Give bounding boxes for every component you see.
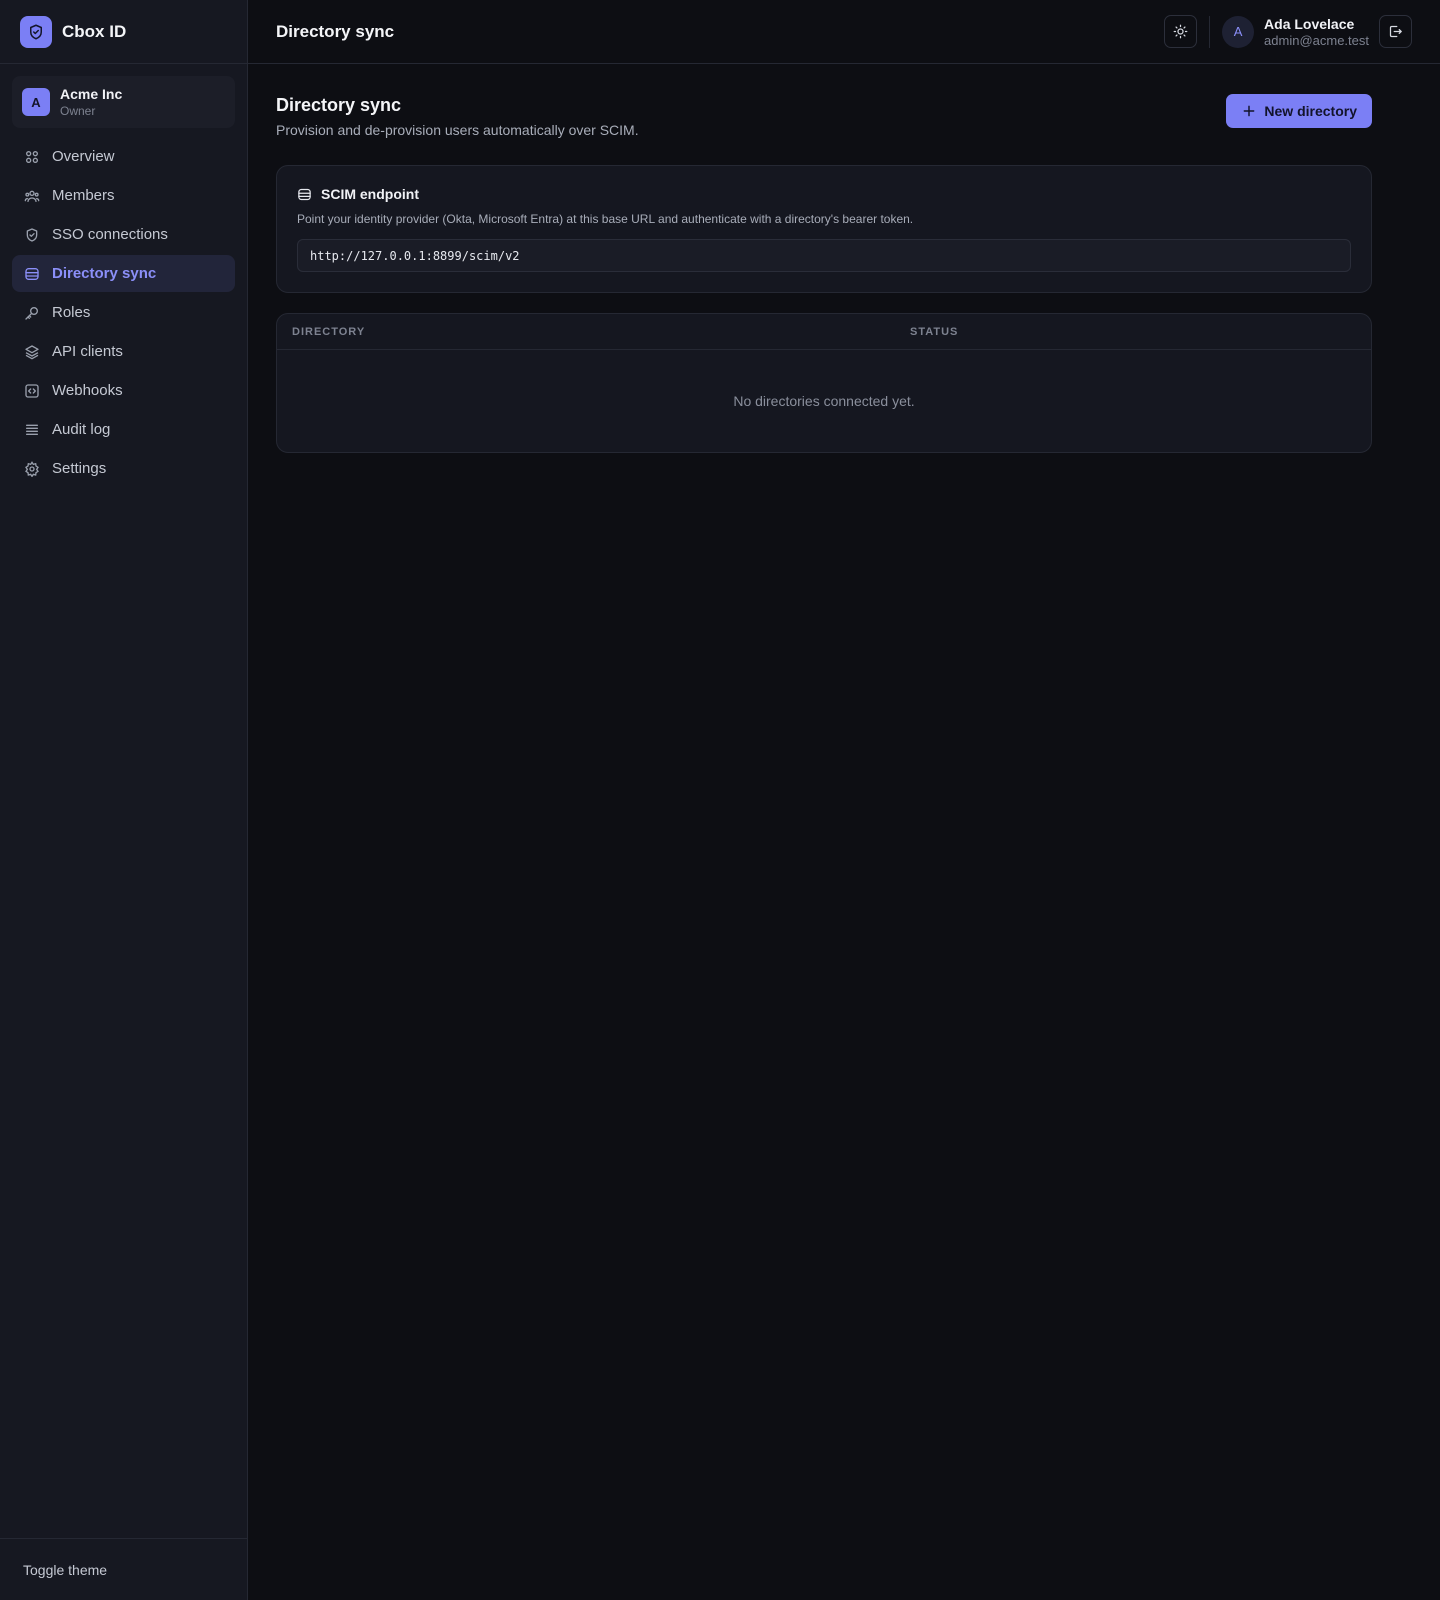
sidebar-item-overview[interactable]: Overview	[12, 138, 235, 175]
sidebar-item-label: SSO connections	[52, 226, 168, 243]
grid-icon	[24, 149, 40, 165]
sidebar-item-label: Overview	[52, 148, 115, 165]
user-name: Ada Lovelace	[1264, 15, 1355, 32]
logout-icon	[1388, 24, 1403, 39]
sidebar-item-roles[interactable]: Roles	[12, 294, 235, 331]
user-info: Ada Lovelace admin@acme.test	[1264, 16, 1369, 48]
sidebar-nav: Overview Members SSO connections Directo…	[0, 138, 247, 489]
sidebar-item-members[interactable]: Members	[12, 177, 235, 214]
sidebar-item-audit-log[interactable]: Audit log	[12, 411, 235, 448]
toggle-theme-label: Toggle theme	[23, 1561, 108, 1578]
users-icon	[24, 188, 40, 204]
gear-icon	[24, 460, 40, 477]
brand[interactable]: Cbox ID	[0, 0, 247, 64]
database-icon	[24, 266, 40, 282]
page-content: Directory sync Provision and de-provisio…	[248, 64, 1440, 453]
user-email: admin@acme.test	[1264, 32, 1369, 48]
org-avatar: A	[22, 88, 50, 116]
database-icon	[297, 187, 312, 202]
empty-state: No directories connected yet.	[733, 393, 915, 409]
logout-button[interactable]	[1379, 15, 1412, 48]
topbar-actions: A Ada Lovelace admin@acme.test	[1164, 15, 1412, 48]
directories-table: DIRECTORY STATUS No directories connecte…	[276, 313, 1372, 453]
list-icon	[24, 422, 40, 438]
sidebar-item-label: Audit log	[52, 421, 111, 438]
shield-check-icon	[24, 227, 40, 243]
sidebar-item-sso-connections[interactable]: SSO connections	[12, 216, 235, 253]
table-header: DIRECTORY STATUS	[277, 314, 1371, 350]
sidebar-item-api-clients[interactable]: API clients	[12, 333, 235, 370]
scim-card-title: SCIM endpoint	[321, 186, 419, 202]
sidebar: Cbox ID A Acme Inc Owner Overview Member…	[0, 0, 248, 1600]
page-subtitle: Provision and de-provision users automat…	[276, 122, 639, 138]
plus-icon	[1242, 104, 1256, 118]
page-header: Directory sync Provision and de-provisio…	[276, 94, 1372, 139]
user-avatar[interactable]: A	[1222, 15, 1255, 48]
scim-url-field[interactable]: http://127.0.0.1:8899/scim/v2	[297, 239, 1351, 272]
scim-endpoint-card: SCIM endpoint Point your identity provid…	[276, 165, 1372, 293]
sidebar-item-label: Directory sync	[52, 265, 157, 282]
sidebar-item-webhooks[interactable]: Webhooks	[12, 372, 235, 409]
code-square-icon	[24, 383, 40, 399]
sidebar-item-label: Settings	[52, 460, 107, 477]
sidebar-item-label: Webhooks	[52, 382, 123, 399]
layers-icon	[24, 344, 40, 360]
column-header-directory: DIRECTORY	[292, 325, 366, 338]
topbar-divider	[1209, 15, 1211, 48]
theme-toggle-button[interactable]	[1164, 15, 1198, 48]
new-directory-label: New directory	[1264, 103, 1357, 119]
key-icon	[24, 305, 40, 321]
sidebar-item-label: Members	[52, 187, 115, 204]
sidebar-item-settings[interactable]: Settings	[12, 450, 235, 487]
brand-name: Cbox ID	[62, 21, 127, 41]
scim-card-description: Point your identity provider (Okta, Micr…	[297, 212, 914, 226]
column-header-status: STATUS	[910, 325, 959, 338]
shield-logo-icon	[20, 15, 52, 48]
sidebar-item-label: API clients	[52, 343, 123, 360]
topbar-title: Directory sync	[276, 21, 395, 41]
topbar: Directory sync A Ada Lovelace admin@acme…	[248, 0, 1440, 64]
sidebar-item-directory-sync[interactable]: Directory sync	[12, 255, 235, 292]
org-role: Owner	[60, 103, 96, 118]
main: Directory sync A Ada Lovelace admin@acme…	[248, 0, 1440, 1600]
page-title: Directory sync	[276, 95, 402, 115]
org-name: Acme Inc	[60, 85, 123, 102]
sun-icon	[1173, 24, 1188, 39]
new-directory-button[interactable]: New directory	[1226, 94, 1372, 128]
org-switcher[interactable]: A Acme Inc Owner	[12, 76, 235, 128]
toggle-theme-button[interactable]: Toggle theme	[0, 1538, 247, 1600]
sidebar-item-label: Roles	[52, 304, 91, 321]
